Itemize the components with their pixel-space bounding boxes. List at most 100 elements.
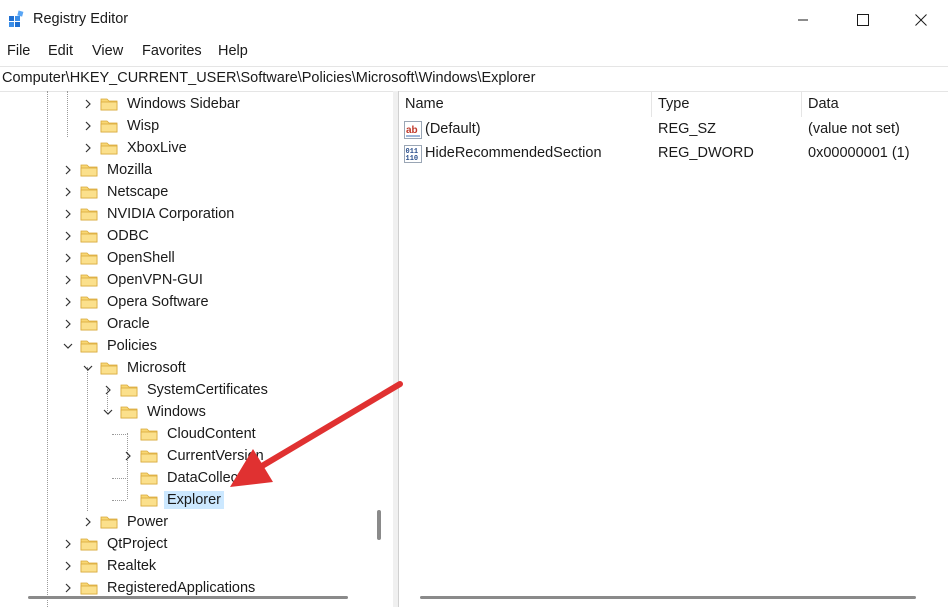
tree-item-label: Windows: [147, 404, 206, 420]
chevron-right-icon[interactable]: [62, 582, 74, 594]
tree-item[interactable]: Mozilla: [62, 159, 155, 181]
tree-vertical-scrollbar[interactable]: [377, 510, 381, 540]
values-list-pane[interactable]: Name Type Data ab (Default) REG_SZ (valu…: [399, 91, 948, 607]
chevron-right-icon[interactable]: [62, 318, 74, 330]
value-type: REG_DWORD: [658, 145, 754, 161]
chevron-right-icon[interactable]: [82, 516, 94, 528]
column-divider[interactable]: [801, 91, 802, 117]
registry-icon: [9, 10, 24, 27]
tree-item-label: Opera Software: [107, 294, 209, 310]
menu-edit[interactable]: Edit: [48, 43, 73, 59]
tree-item-label: Power: [127, 514, 169, 530]
column-header-data[interactable]: Data: [808, 96, 839, 112]
maximize-icon: [857, 14, 869, 26]
column-header-name[interactable]: Name: [405, 96, 444, 112]
chevron-right-icon[interactable]: [82, 98, 94, 110]
tree-item-label: Oracle: [107, 316, 150, 332]
folder-icon: [80, 207, 98, 221]
tree-item-label: Windows Sidebar: [127, 96, 240, 112]
chevron-right-icon[interactable]: [62, 538, 74, 550]
chevron-right-icon[interactable]: [62, 164, 74, 176]
tree-guide-line: [67, 91, 68, 137]
chevron-right-icon[interactable]: [82, 142, 94, 154]
tree-item-label: Policies: [107, 338, 157, 354]
tree-item[interactable]: Windows Sidebar: [82, 93, 243, 115]
tree-item[interactable]: CurrentVersion: [122, 445, 267, 467]
folder-icon: [80, 229, 98, 243]
tree-item[interactable]: Power: [82, 511, 171, 533]
folder-icon: [80, 273, 98, 287]
tree-item-label: OpenVPN-GUI: [107, 272, 203, 288]
menu-file[interactable]: File: [7, 43, 30, 59]
address-path[interactable]: Computer\HKEY_CURRENT_USER\Software\Poli…: [2, 70, 535, 86]
list-horizontal-scrollbar[interactable]: [420, 596, 916, 599]
chevron-right-icon[interactable]: [102, 384, 114, 396]
tree-item[interactable]: ODBC: [62, 225, 152, 247]
tree-item-label: QtProject: [107, 536, 168, 552]
minimize-button[interactable]: [776, 0, 830, 40]
column-header-type[interactable]: Type: [658, 96, 689, 112]
tree-item[interactable]: NVIDIA Corporation: [62, 203, 237, 225]
tree-item[interactable]: SystemCertificates: [102, 379, 271, 401]
key-tree-pane[interactable]: Windows Sidebar Wisp XboxLive Mozilla Netsca…: [0, 91, 394, 607]
chevron-down-icon[interactable]: [82, 362, 94, 374]
chevron-right-icon[interactable]: [62, 560, 74, 572]
folder-icon: [140, 471, 158, 485]
chevron-right-icon[interactable]: [82, 120, 94, 132]
tree-item[interactable]: Windows: [102, 401, 209, 423]
folder-icon: [80, 185, 98, 199]
value-row[interactable]: ab (Default) REG_SZ (value not set): [399, 118, 948, 142]
tree-item[interactable]: OpenShell: [62, 247, 178, 269]
folder-icon: [100, 141, 118, 155]
folder-icon: [80, 339, 98, 353]
tree-guide-line: [47, 91, 48, 607]
tree-item-label: ODBC: [107, 228, 149, 244]
menu-bar: File Edit View Favorites Help: [0, 40, 948, 64]
tree-item[interactable]: DataCollection: [122, 467, 264, 489]
menu-favorites[interactable]: Favorites: [142, 43, 202, 59]
tree-item[interactable]: Explorer: [122, 489, 224, 511]
chevron-right-icon[interactable]: [122, 450, 134, 462]
address-bar[interactable]: Computer\HKEY_CURRENT_USER\Software\Poli…: [0, 66, 948, 92]
tree-item[interactable]: Wisp: [82, 115, 162, 137]
tree-item-label: Wisp: [127, 118, 160, 134]
chevron-right-icon[interactable]: [62, 186, 74, 198]
tree-item[interactable]: CloudContent: [122, 423, 259, 445]
tree-item[interactable]: Realtek: [62, 555, 159, 577]
value-row[interactable]: 011 110 HideRecommendedSection REG_DWORD…: [399, 142, 948, 166]
tree-item[interactable]: OpenVPN-GUI: [62, 269, 206, 291]
chevron-right-icon[interactable]: [62, 296, 74, 308]
folder-icon: [100, 97, 118, 111]
tree-item[interactable]: QtProject: [62, 533, 170, 555]
menu-help[interactable]: Help: [218, 43, 248, 59]
folder-icon: [100, 515, 118, 529]
chevron-down-icon[interactable]: [62, 340, 74, 352]
folder-icon: [80, 581, 98, 595]
tree-item[interactable]: Microsoft: [82, 357, 189, 379]
chevron-down-icon[interactable]: [102, 406, 114, 418]
maximize-button[interactable]: [836, 0, 890, 40]
chevron-right-icon[interactable]: [62, 252, 74, 264]
chevron-right-icon[interactable]: [62, 230, 74, 242]
menu-view[interactable]: View: [92, 43, 123, 59]
tree-item[interactable]: Oracle: [62, 313, 153, 335]
chevron-right-icon[interactable]: [62, 208, 74, 220]
chevron-right-icon[interactable]: [62, 274, 74, 286]
tree-item[interactable]: Opera Software: [62, 291, 212, 313]
folder-icon: [140, 493, 158, 507]
tree-item-label: Explorer: [164, 491, 224, 509]
column-divider[interactable]: [651, 91, 652, 117]
tree-item-label: Microsoft: [127, 360, 186, 376]
folder-icon: [120, 405, 138, 419]
tree-item[interactable]: XboxLive: [82, 137, 190, 159]
tree-item-label: CloudContent: [167, 426, 256, 442]
title-bar: Registry Editor: [0, 0, 948, 40]
tree-item[interactable]: Policies: [62, 335, 160, 357]
tree-horizontal-scrollbar[interactable]: [28, 596, 348, 599]
tree-item[interactable]: Netscape: [62, 181, 171, 203]
close-button[interactable]: [894, 0, 948, 40]
string-value-icon: ab: [404, 121, 422, 139]
